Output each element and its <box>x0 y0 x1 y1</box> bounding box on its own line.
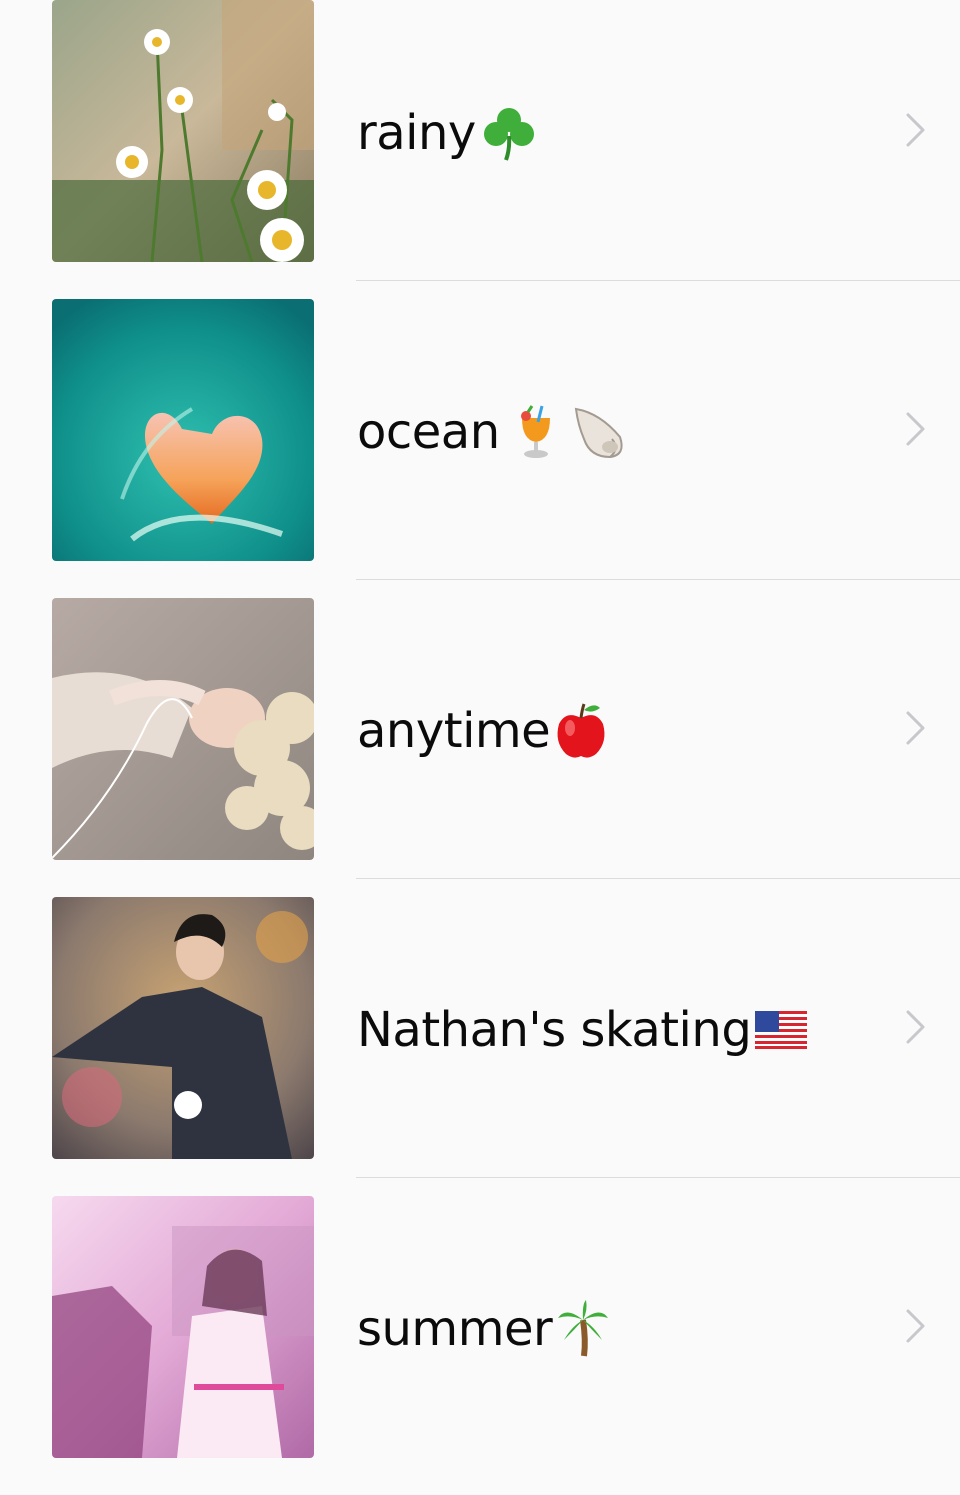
chevron-right-icon <box>906 1010 925 1044</box>
red-apple-icon <box>554 702 608 760</box>
chevron-right-icon <box>906 1309 925 1343</box>
palm-tree-icon <box>556 1300 610 1358</box>
playlist-row-ocean[interactable]: ocean <box>0 299 960 598</box>
playlist-row-summer[interactable]: summer <box>0 1196 960 1495</box>
row-separator <box>356 579 960 580</box>
playlist-cover-image <box>52 897 314 1159</box>
us-flag-icon <box>755 1011 808 1049</box>
playlist-title-label: Nathan's skating <box>357 1002 752 1058</box>
playlist-cover-image <box>52 0 314 262</box>
playlist-title-label: ocean <box>357 404 500 460</box>
row-separator <box>356 280 960 281</box>
playlist-cover-image <box>52 1196 314 1458</box>
row-separator <box>356 878 960 879</box>
spiral-shell-icon <box>570 403 628 461</box>
playlist-title: ocean <box>357 402 628 462</box>
playlist-title: summer <box>357 1299 610 1359</box>
playlist-title-label: summer <box>357 1301 553 1357</box>
playlist-title: rainy <box>357 103 538 163</box>
row-separator <box>356 1177 960 1178</box>
chevron-right-icon <box>906 412 925 446</box>
playlist-cover-image <box>52 598 314 860</box>
playlist-title-label: rainy <box>357 105 476 161</box>
chevron-right-icon <box>906 113 925 147</box>
playlist-title: Nathan's skating <box>357 1000 808 1060</box>
playlist-title: anytime <box>357 701 608 761</box>
playlist-cover-image <box>52 299 314 561</box>
playlist-row-anytime[interactable]: anytime <box>0 598 960 897</box>
playlist-row-rainy[interactable]: rainy <box>0 0 960 299</box>
playlist-row-nathans-skating[interactable]: Nathan's skating <box>0 897 960 1196</box>
playlist-list: rainy ocean anytime Nathan's skating sum… <box>0 0 960 1460</box>
playlist-title-label: anytime <box>357 703 551 759</box>
tropical-drink-icon <box>516 404 556 460</box>
shamrock-icon <box>480 104 538 162</box>
chevron-right-icon <box>906 711 925 745</box>
